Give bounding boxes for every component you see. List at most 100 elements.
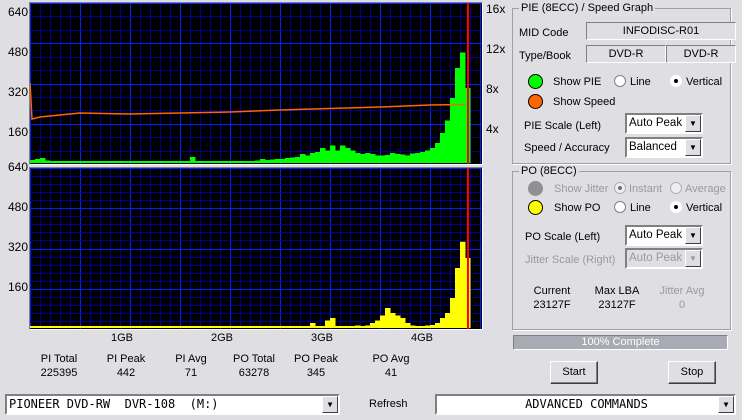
po-bar xyxy=(250,326,256,328)
po-bar xyxy=(135,326,141,328)
po-bar xyxy=(430,325,436,328)
drive-select[interactable]: PIONEER DVD-RW DVR-108 (M:) ▼ xyxy=(5,394,340,415)
po-bar xyxy=(125,326,131,328)
pie-bar xyxy=(195,161,201,163)
po-bar xyxy=(255,326,261,328)
pie-bar xyxy=(100,161,106,163)
pie-bar xyxy=(320,148,326,163)
x-tick: 2GB xyxy=(210,332,233,344)
pie-bar xyxy=(340,145,346,163)
po-bar xyxy=(155,326,161,328)
po-bar xyxy=(215,326,221,328)
stop-button[interactable]: Stop xyxy=(668,361,716,384)
pie-bar xyxy=(260,159,266,163)
po-bar xyxy=(45,326,51,328)
pie-bar xyxy=(255,160,261,163)
po-color-icon[interactable] xyxy=(528,200,543,215)
pie-line-radio[interactable] xyxy=(614,75,626,87)
pie-bar xyxy=(280,159,286,163)
po-bar xyxy=(110,326,116,328)
mid-label: MID Code xyxy=(519,27,569,39)
speed-accuracy-label: Speed / Accuracy xyxy=(524,142,610,154)
pie-bar xyxy=(70,161,76,163)
speed-accuracy-select[interactable]: Balanced ▼ xyxy=(625,137,703,158)
pie-bar xyxy=(215,161,221,163)
po-bar xyxy=(440,318,446,328)
po-bar xyxy=(360,326,366,328)
pie-bar xyxy=(365,153,371,163)
speed-color-icon[interactable] xyxy=(528,94,543,109)
pie-bar xyxy=(275,159,281,163)
po-bar xyxy=(65,326,71,328)
pie-bar xyxy=(85,161,91,163)
pie-bar xyxy=(245,161,251,163)
pie-scale-label: PIE Scale (Left) xyxy=(524,120,602,132)
po-bar xyxy=(285,326,291,328)
pie-bar xyxy=(145,161,151,163)
po-bar xyxy=(300,326,306,328)
pie-bar xyxy=(180,161,186,163)
po-bar xyxy=(410,325,416,328)
pie-bar xyxy=(445,120,451,163)
po-bar xyxy=(425,325,431,328)
max-lba: Max LBA 23127F xyxy=(594,285,640,311)
pie-bar xyxy=(305,155,311,163)
pie-bar xyxy=(50,161,56,163)
po-scale-select[interactable]: Auto Peak ▼ xyxy=(625,225,703,246)
show-pie-label[interactable]: Show PIE xyxy=(553,76,601,88)
pie-bar xyxy=(380,155,386,163)
pie-bar xyxy=(295,157,301,163)
po-bar xyxy=(370,323,376,328)
po-line-radio[interactable] xyxy=(614,201,626,213)
po-bar xyxy=(35,326,41,328)
x-tick: 1GB xyxy=(110,332,133,344)
pie-bar xyxy=(370,154,376,163)
pie-color-icon[interactable] xyxy=(528,74,543,89)
pie-bar xyxy=(80,161,86,163)
po-bar xyxy=(240,326,246,328)
start-button[interactable]: Start xyxy=(550,361,598,384)
po-bar xyxy=(390,313,396,328)
refresh-button[interactable]: Refresh xyxy=(369,398,408,410)
po-bar xyxy=(80,326,86,328)
po-bar xyxy=(315,326,321,328)
pie-group: PIE (8ECC) / Speed Graph MID Code INFODI… xyxy=(512,2,736,164)
pie-bar xyxy=(135,161,141,163)
po-bar xyxy=(375,320,381,328)
show-jitter-label: Show Jitter xyxy=(554,183,609,195)
pie-bar xyxy=(185,161,191,163)
po-bar xyxy=(435,323,441,328)
pie-bar xyxy=(170,161,176,163)
pie-bar xyxy=(395,154,401,163)
speed-line xyxy=(29,82,466,120)
x-tick: 4GB xyxy=(410,332,433,344)
po-bar xyxy=(185,326,191,328)
tick: 320 xyxy=(7,85,28,99)
pie-scale-select[interactable]: Auto Peak ▼ xyxy=(625,113,703,134)
pie-bar xyxy=(425,150,431,163)
po-vertical-radio[interactable] xyxy=(670,201,682,213)
book-value: DVD-R xyxy=(666,45,736,63)
stat-pi-total: PI Total 225395 xyxy=(40,353,78,379)
po-bar xyxy=(325,320,331,328)
po-bar xyxy=(115,326,121,328)
group-title: PIE (8ECC) / Speed Graph xyxy=(519,2,656,14)
pie-bar xyxy=(430,148,436,163)
pie-bar xyxy=(310,153,316,163)
pie-bar xyxy=(115,161,121,163)
advanced-commands-select[interactable]: ADVANCED COMMANDS ▼ xyxy=(435,394,736,415)
jitter-color-icon xyxy=(528,181,543,196)
po-bar xyxy=(445,313,451,328)
show-po-label[interactable]: Show PO xyxy=(554,202,600,214)
pie-bar xyxy=(65,161,71,163)
po-bar xyxy=(40,326,46,328)
pie-bar xyxy=(335,150,341,163)
pie-bar xyxy=(285,158,291,163)
po-bar xyxy=(380,315,386,328)
pie-bar xyxy=(330,145,336,163)
tick: 160 xyxy=(7,125,28,139)
instant-radio xyxy=(614,182,626,194)
po-bar xyxy=(330,318,336,328)
pie-vertical-radio[interactable] xyxy=(670,75,682,87)
show-speed-label[interactable]: Show Speed xyxy=(553,96,615,108)
